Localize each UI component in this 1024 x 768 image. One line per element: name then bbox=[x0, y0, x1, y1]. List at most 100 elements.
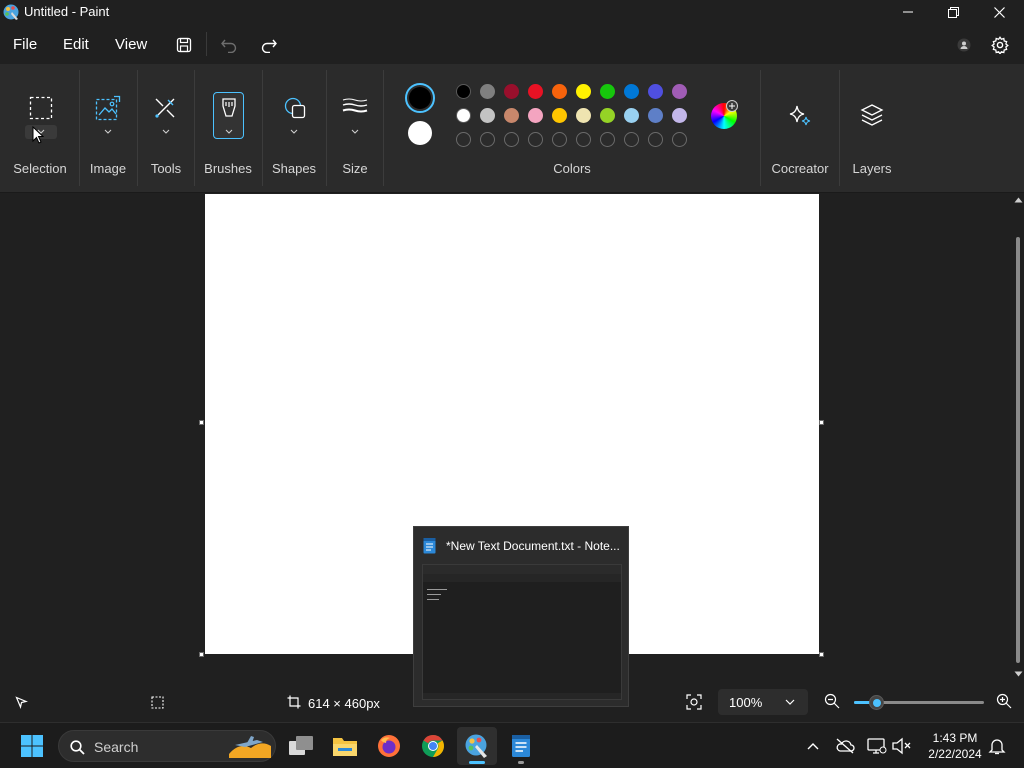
restore-button[interactable] bbox=[930, 0, 976, 24]
edit-colors-button[interactable] bbox=[711, 100, 738, 129]
zoom-select[interactable]: 100% bbox=[718, 689, 808, 715]
layers-group[interactable]: Layers bbox=[840, 64, 904, 193]
taskbar-notepad[interactable] bbox=[501, 727, 541, 765]
color-swatch[interactable] bbox=[504, 108, 519, 123]
resize-handle-bottom-right[interactable] bbox=[819, 652, 824, 657]
thumbnail-preview[interactable] bbox=[422, 564, 622, 700]
custom-color-slot[interactable] bbox=[456, 132, 471, 147]
chevron-down-icon bbox=[290, 129, 298, 134]
menu-edit[interactable]: Edit bbox=[63, 36, 89, 53]
start-button[interactable] bbox=[12, 727, 52, 765]
color-swatch[interactable] bbox=[576, 108, 591, 123]
color-swatch[interactable] bbox=[480, 108, 495, 123]
custom-color-slot[interactable] bbox=[648, 132, 663, 147]
taskbar-task-view[interactable] bbox=[281, 727, 321, 765]
onedrive-button[interactable] bbox=[834, 735, 856, 757]
minimize-icon bbox=[903, 11, 913, 13]
color-swatch[interactable] bbox=[624, 108, 639, 123]
size-group[interactable]: Size bbox=[327, 64, 383, 193]
shapes-label: Shapes bbox=[271, 161, 317, 176]
settings-button[interactable] bbox=[985, 32, 1015, 58]
custom-color-slot[interactable] bbox=[528, 132, 543, 147]
resize-handle-bottom-left[interactable] bbox=[199, 652, 204, 657]
vertical-scrollbar[interactable] bbox=[1013, 193, 1024, 682]
zoom-out-button[interactable] bbox=[824, 693, 844, 713]
zoom-in-button[interactable] bbox=[996, 693, 1016, 713]
color-swatch[interactable] bbox=[504, 84, 519, 99]
menu-view[interactable]: View bbox=[115, 36, 147, 53]
color-swatch[interactable] bbox=[456, 108, 471, 123]
brushes-label: Brushes bbox=[204, 161, 252, 176]
color-swatch[interactable] bbox=[648, 108, 663, 123]
color-swatch[interactable] bbox=[528, 84, 543, 99]
shapes-group[interactable]: Shapes bbox=[263, 64, 326, 193]
undo-button[interactable] bbox=[214, 32, 244, 58]
selection-group[interactable]: Selection bbox=[0, 64, 79, 193]
chevron-down-icon bbox=[162, 129, 170, 134]
zoom-value: 100% bbox=[729, 695, 763, 710]
custom-color-slot[interactable] bbox=[624, 132, 639, 147]
redo-icon bbox=[261, 39, 277, 53]
layers-label: Layers bbox=[852, 161, 892, 176]
paint-icon bbox=[3, 4, 19, 20]
taskbar-chrome[interactable] bbox=[413, 727, 453, 765]
taskbar-file-explorer[interactable] bbox=[325, 727, 365, 765]
color-swatch[interactable] bbox=[576, 84, 591, 99]
scroll-down-icon[interactable] bbox=[1014, 671, 1023, 677]
tools-icon bbox=[155, 98, 175, 118]
color-swatch[interactable] bbox=[672, 84, 687, 99]
color-swatch[interactable] bbox=[648, 84, 663, 99]
color-swatch[interactable] bbox=[552, 84, 567, 99]
custom-color-slot[interactable] bbox=[600, 132, 615, 147]
clock-date: 2/22/2024 bbox=[928, 747, 982, 761]
zoom-slider[interactable] bbox=[854, 695, 984, 710]
secondary-color-button[interactable] bbox=[408, 121, 432, 145]
color-swatch[interactable] bbox=[600, 108, 615, 123]
custom-color-slot[interactable] bbox=[672, 132, 687, 147]
fit-to-window-button[interactable] bbox=[682, 690, 706, 714]
color-swatch[interactable] bbox=[456, 84, 471, 99]
custom-color-slot[interactable] bbox=[552, 132, 567, 147]
volume-button[interactable] bbox=[891, 735, 913, 757]
preview-text-line bbox=[427, 589, 447, 590]
save-button[interactable] bbox=[169, 32, 199, 58]
notifications-button[interactable] bbox=[986, 735, 1008, 757]
color-swatch[interactable] bbox=[480, 84, 495, 99]
primary-color-button[interactable] bbox=[405, 83, 435, 113]
cocreator-group[interactable]: Cocreator bbox=[761, 64, 839, 193]
chevron-down-icon bbox=[225, 129, 233, 134]
color-swatch[interactable] bbox=[552, 108, 567, 123]
menu-file[interactable]: File bbox=[13, 36, 37, 53]
brushes-button[interactable] bbox=[213, 92, 244, 139]
preview-status-bar bbox=[423, 693, 621, 699]
color-swatch[interactable] bbox=[528, 108, 543, 123]
resize-handle-left[interactable] bbox=[199, 420, 204, 425]
zoom-slider-thumb[interactable] bbox=[869, 695, 885, 710]
color-swatch[interactable] bbox=[672, 108, 687, 123]
shapes-icon bbox=[284, 97, 306, 119]
scroll-up-icon[interactable] bbox=[1014, 197, 1023, 203]
close-button[interactable] bbox=[976, 0, 1022, 24]
preview-text-line bbox=[427, 594, 441, 595]
color-swatch[interactable] bbox=[600, 84, 615, 99]
minimize-button[interactable] bbox=[885, 0, 931, 24]
speaker-muted-icon bbox=[892, 737, 911, 755]
image-group[interactable]: Image bbox=[80, 64, 137, 193]
brushes-group[interactable]: Brushes bbox=[195, 64, 262, 193]
scrollbar-thumb[interactable] bbox=[1016, 237, 1020, 663]
taskbar-firefox[interactable] bbox=[369, 727, 409, 765]
show-hidden-icons-button[interactable] bbox=[802, 735, 824, 757]
account-button[interactable] bbox=[949, 32, 979, 58]
redo-button[interactable] bbox=[254, 32, 284, 58]
tools-group[interactable]: Tools bbox=[138, 64, 194, 193]
taskbar-search[interactable]: Search bbox=[58, 730, 276, 762]
network-button[interactable] bbox=[866, 735, 888, 757]
taskbar-clock[interactable]: 1:43 PM 2/22/2024 bbox=[920, 730, 990, 762]
taskbar-paint[interactable] bbox=[457, 727, 497, 765]
custom-color-slot[interactable] bbox=[504, 132, 519, 147]
custom-color-slot[interactable] bbox=[480, 132, 495, 147]
taskbar-thumbnail-popup[interactable]: *New Text Document.txt - Note... bbox=[413, 526, 629, 707]
custom-color-slot[interactable] bbox=[576, 132, 591, 147]
resize-handle-right[interactable] bbox=[819, 420, 824, 425]
color-swatch[interactable] bbox=[624, 84, 639, 99]
